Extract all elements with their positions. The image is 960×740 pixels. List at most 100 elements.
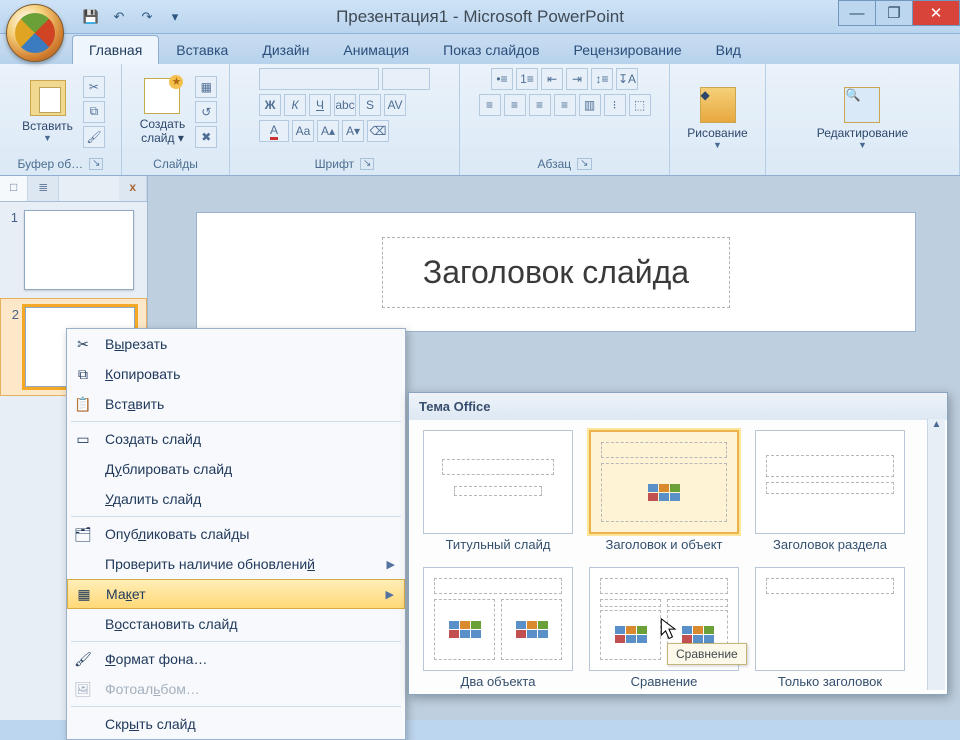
scroll-up-icon[interactable]: ▲ bbox=[929, 419, 945, 435]
smartart-button[interactable]: ⬚ bbox=[629, 94, 651, 116]
tab-insert[interactable]: Вставка bbox=[159, 35, 245, 64]
paste-button[interactable]: Вставить ▼ bbox=[16, 78, 79, 145]
layout-two_content[interactable]: Два объекта bbox=[421, 567, 575, 690]
layout-section[interactable]: Заголовок раздела bbox=[753, 430, 907, 553]
spacing-button[interactable]: AV bbox=[384, 94, 406, 116]
maximize-button[interactable]: ❐ bbox=[875, 0, 913, 26]
font-color-button[interactable]: A bbox=[259, 120, 289, 142]
thumb-preview-1 bbox=[24, 210, 134, 290]
ctx-item-16[interactable]: Скрыть слайд bbox=[67, 709, 405, 739]
text-dir-button[interactable]: ↧A bbox=[616, 68, 638, 90]
align-left-button[interactable]: ≡ bbox=[479, 94, 501, 116]
paste-label: Вставить bbox=[22, 119, 73, 133]
indent-dec-button[interactable]: ⇤ bbox=[541, 68, 563, 90]
ctx-label-14: Фотоальбом… bbox=[105, 681, 200, 697]
ctx-item-10[interactable]: ▦Макет▶ bbox=[67, 579, 405, 609]
format-painter-icon[interactable]: 🖌 bbox=[83, 126, 105, 148]
group-paragraph: •≡ 1≡ ⇤ ⇥ ↕≡ ↧A ≡ ≡ ≡ ≡ ▥ ⁝ ⬚ Абзац↘ bbox=[460, 64, 670, 175]
font-size-combo[interactable] bbox=[382, 68, 430, 90]
layout-gallery: Тема Office Титульный слайдЗаголовок и о… bbox=[408, 392, 948, 695]
shrink-font-button[interactable]: A▾ bbox=[342, 120, 364, 142]
cut-icon[interactable]: ✂ bbox=[83, 76, 105, 98]
minimize-button[interactable]: — bbox=[838, 0, 876, 26]
align-right-button[interactable]: ≡ bbox=[529, 94, 551, 116]
align-center-button[interactable]: ≡ bbox=[504, 94, 526, 116]
layout-only_title[interactable]: Только заголовок bbox=[753, 567, 907, 690]
ctx-item-0[interactable]: ✂Вырезать bbox=[67, 329, 405, 359]
tab-design[interactable]: Дизайн bbox=[245, 35, 326, 64]
clear-format-button[interactable]: ⌫ bbox=[367, 120, 389, 142]
office-button[interactable] bbox=[6, 4, 64, 62]
ctx-item-13[interactable]: 🖌Формат фона… bbox=[67, 644, 405, 674]
group-editing: 🔍Редактирование▼ bbox=[766, 64, 960, 175]
layout-caption-4: Сравнение bbox=[631, 675, 698, 690]
new-slide-icon: ★ bbox=[144, 78, 180, 114]
ctx-icon-1: ⧉ bbox=[71, 362, 95, 386]
layout-caption-3: Два объекта bbox=[461, 675, 536, 690]
strike-button[interactable]: abc bbox=[334, 94, 356, 116]
layout-icon[interactable]: ▦ bbox=[195, 76, 217, 98]
ctx-item-2[interactable]: 📋Вставить bbox=[67, 389, 405, 419]
ctx-item-6[interactable]: Удалить слайд bbox=[67, 484, 405, 514]
bullets-button[interactable]: •≡ bbox=[491, 68, 513, 90]
paragraph-dialog-icon[interactable]: ↘ bbox=[577, 158, 591, 170]
panel-tab-outline[interactable]: ≣ bbox=[28, 176, 59, 201]
paste-icon bbox=[30, 80, 66, 116]
thumb-slide-1[interactable]: 1 bbox=[0, 202, 147, 298]
ctx-item-9[interactable]: Проверить наличие обновлений▶ bbox=[67, 549, 405, 579]
clipboard-dialog-icon[interactable]: ↘ bbox=[89, 158, 103, 170]
title-placeholder[interactable]: Заголовок слайда bbox=[382, 237, 730, 308]
ctx-item-1[interactable]: ⧉Копировать bbox=[67, 359, 405, 389]
ctx-item-5[interactable]: Дублировать слайд bbox=[67, 454, 405, 484]
undo-icon[interactable]: ↶ bbox=[110, 8, 128, 26]
ctx-item-8[interactable]: 🗂Опубликовать слайды bbox=[67, 519, 405, 549]
close-button[interactable]: ✕ bbox=[912, 0, 960, 26]
tab-review[interactable]: Рецензирование bbox=[557, 35, 699, 64]
layout-title_content[interactable]: Заголовок и объект bbox=[587, 430, 741, 553]
columns-button[interactable]: ▥ bbox=[579, 94, 601, 116]
new-slide-label-2: слайд ▾ bbox=[141, 131, 184, 145]
new-slide-button[interactable]: ★ Создать слайд ▾ bbox=[134, 76, 192, 147]
font-name-combo[interactable] bbox=[259, 68, 379, 90]
numbering-button[interactable]: 1≡ bbox=[516, 68, 538, 90]
qat-more-icon[interactable]: ▾ bbox=[166, 8, 184, 26]
shadow-button[interactable]: S bbox=[359, 94, 381, 116]
ribbon-tabs: Главная Вставка Дизайн Анимация Показ сл… bbox=[0, 34, 960, 64]
tab-animations[interactable]: Анимация bbox=[326, 35, 426, 64]
align-text-button[interactable]: ⁝ bbox=[604, 94, 626, 116]
delete-icon[interactable]: ✖ bbox=[195, 126, 217, 148]
ctx-item-4[interactable]: ▭Создать слайд bbox=[67, 424, 405, 454]
grow-font-button[interactable]: A▴ bbox=[317, 120, 339, 142]
new-slide-label-1: Создать bbox=[140, 117, 186, 131]
tab-slideshow[interactable]: Показ слайдов bbox=[426, 35, 556, 64]
panel-close-icon[interactable]: x bbox=[119, 176, 147, 201]
ctx-icon-16 bbox=[71, 712, 95, 736]
drawing-button[interactable]: ◆Рисование▼ bbox=[681, 85, 753, 152]
justify-button[interactable]: ≡ bbox=[554, 94, 576, 116]
redo-icon[interactable]: ↷ bbox=[138, 8, 156, 26]
cursor-icon bbox=[660, 618, 678, 642]
bold-button[interactable]: Ж bbox=[259, 94, 281, 116]
ctx-icon-2: 📋 bbox=[71, 392, 95, 416]
layout-title[interactable]: Титульный слайд bbox=[421, 430, 575, 553]
change-case-button[interactable]: Aa bbox=[292, 120, 314, 142]
font-dialog-icon[interactable]: ↘ bbox=[360, 158, 374, 170]
italic-button[interactable]: К bbox=[284, 94, 306, 116]
save-icon[interactable]: 💾 bbox=[82, 8, 100, 26]
line-spacing-button[interactable]: ↕≡ bbox=[591, 68, 613, 90]
layout-caption-0: Титульный слайд bbox=[446, 538, 551, 553]
underline-button[interactable]: Ч bbox=[309, 94, 331, 116]
ctx-item-11[interactable]: Восстановить слайд bbox=[67, 609, 405, 639]
gallery-scrollbar[interactable]: ▲ bbox=[927, 419, 945, 690]
group-slides: ★ Создать слайд ▾ ▦ ↺ ✖ Слайды bbox=[122, 64, 230, 175]
tab-home[interactable]: Главная bbox=[72, 35, 159, 64]
reset-icon[interactable]: ↺ bbox=[195, 101, 217, 123]
tab-view[interactable]: Вид bbox=[699, 35, 758, 64]
ctx-label-4: Создать слайд bbox=[105, 431, 201, 447]
panel-tab-slides[interactable]: □ bbox=[0, 176, 28, 201]
copy-icon[interactable]: ⧉ bbox=[83, 101, 105, 123]
indent-inc-button[interactable]: ⇥ bbox=[566, 68, 588, 90]
ctx-label-13: Формат фона… bbox=[105, 651, 207, 667]
group-font-label: Шрифт bbox=[315, 157, 354, 171]
editing-button[interactable]: 🔍Редактирование▼ bbox=[811, 85, 914, 152]
